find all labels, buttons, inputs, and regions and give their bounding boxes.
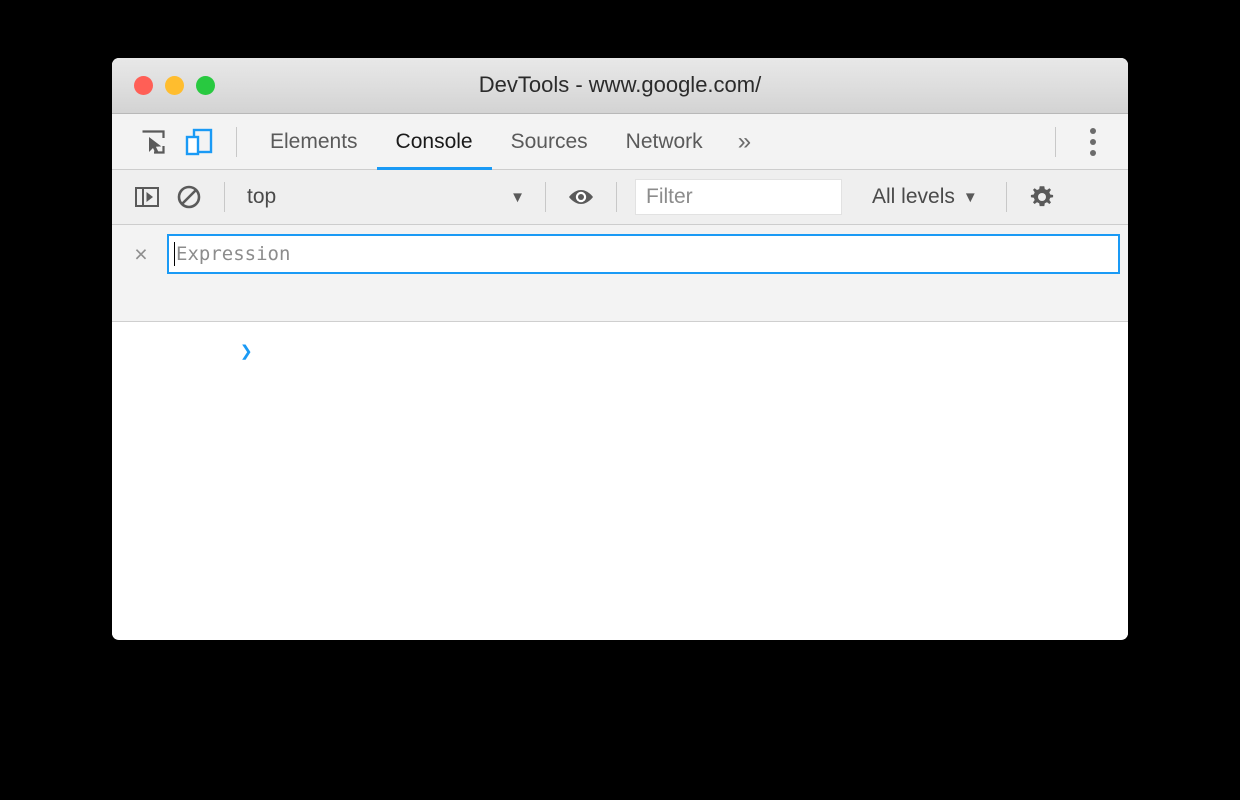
more-tabs-button[interactable]: » [722,114,767,170]
execution-context-value: top [247,185,277,208]
window-titlebar: DevTools - www.google.com/ [112,58,1128,114]
live-expression-row: × Expression [112,232,1128,276]
live-expression-input[interactable]: Expression [167,234,1120,274]
inspect-element-icon[interactable] [130,119,176,165]
tab-network-label: Network [625,129,703,153]
tab-console-label: Console [395,129,473,153]
live-expression-pane: × Expression [112,225,1128,322]
window-title: DevTools - www.google.com/ [478,72,762,97]
console-toolbar-divider-4 [1005,182,1007,212]
execution-context-selector[interactable]: top ▼ [239,176,531,218]
chevron-down-icon: ▼ [510,188,525,206]
toolbar-divider [236,126,237,157]
eye-icon[interactable] [560,176,602,218]
tab-sources-label: Sources [510,129,588,153]
chevron-double-right-icon: » [737,127,752,155]
close-icon: × [134,240,148,267]
kebab-menu-icon[interactable] [1070,119,1116,165]
filter-placeholder: Filter [646,185,693,208]
gear-icon[interactable] [1021,176,1063,218]
clear-console-icon[interactable] [168,176,210,218]
tab-elements-label: Elements [270,129,358,153]
filter-input[interactable]: Filter [635,179,842,215]
tabbar-right-divider [1055,126,1056,157]
text-caret [174,242,175,266]
console-toolbar-divider-1 [224,182,225,212]
remove-live-expression-button[interactable]: × [124,234,158,274]
live-expression-placeholder: Expression [176,243,291,265]
console-sidebar-icon[interactable] [126,176,168,218]
chevron-down-icon: ▼ [962,188,978,206]
devtools-window: DevTools - www.google.com/ Elements Cons… [112,58,1128,640]
tab-elements[interactable]: Elements [251,114,377,170]
tab-sources[interactable]: Sources [492,114,607,170]
device-toolbar-icon[interactable] [176,119,222,165]
console-prompt-icon[interactable]: ❯ [240,339,253,363]
log-level-label: All levels [872,185,955,208]
console-toolbar-divider-3 [616,182,617,212]
log-level-selector[interactable]: All levels ▼ [858,176,992,218]
tab-network[interactable]: Network [607,114,722,170]
tabbar-right-controls [1041,119,1128,165]
console-toolbar: top ▼ Filter All levels ▼ [112,170,1128,225]
tab-console[interactable]: Console [376,114,492,170]
panel-tabs: Elements Console Sources Network » [251,114,767,170]
console-toolbar-divider-2 [545,182,546,212]
devtools-tabbar: Elements Console Sources Network » [112,114,1128,170]
console-output-area[interactable]: ❯ [112,322,1128,639]
